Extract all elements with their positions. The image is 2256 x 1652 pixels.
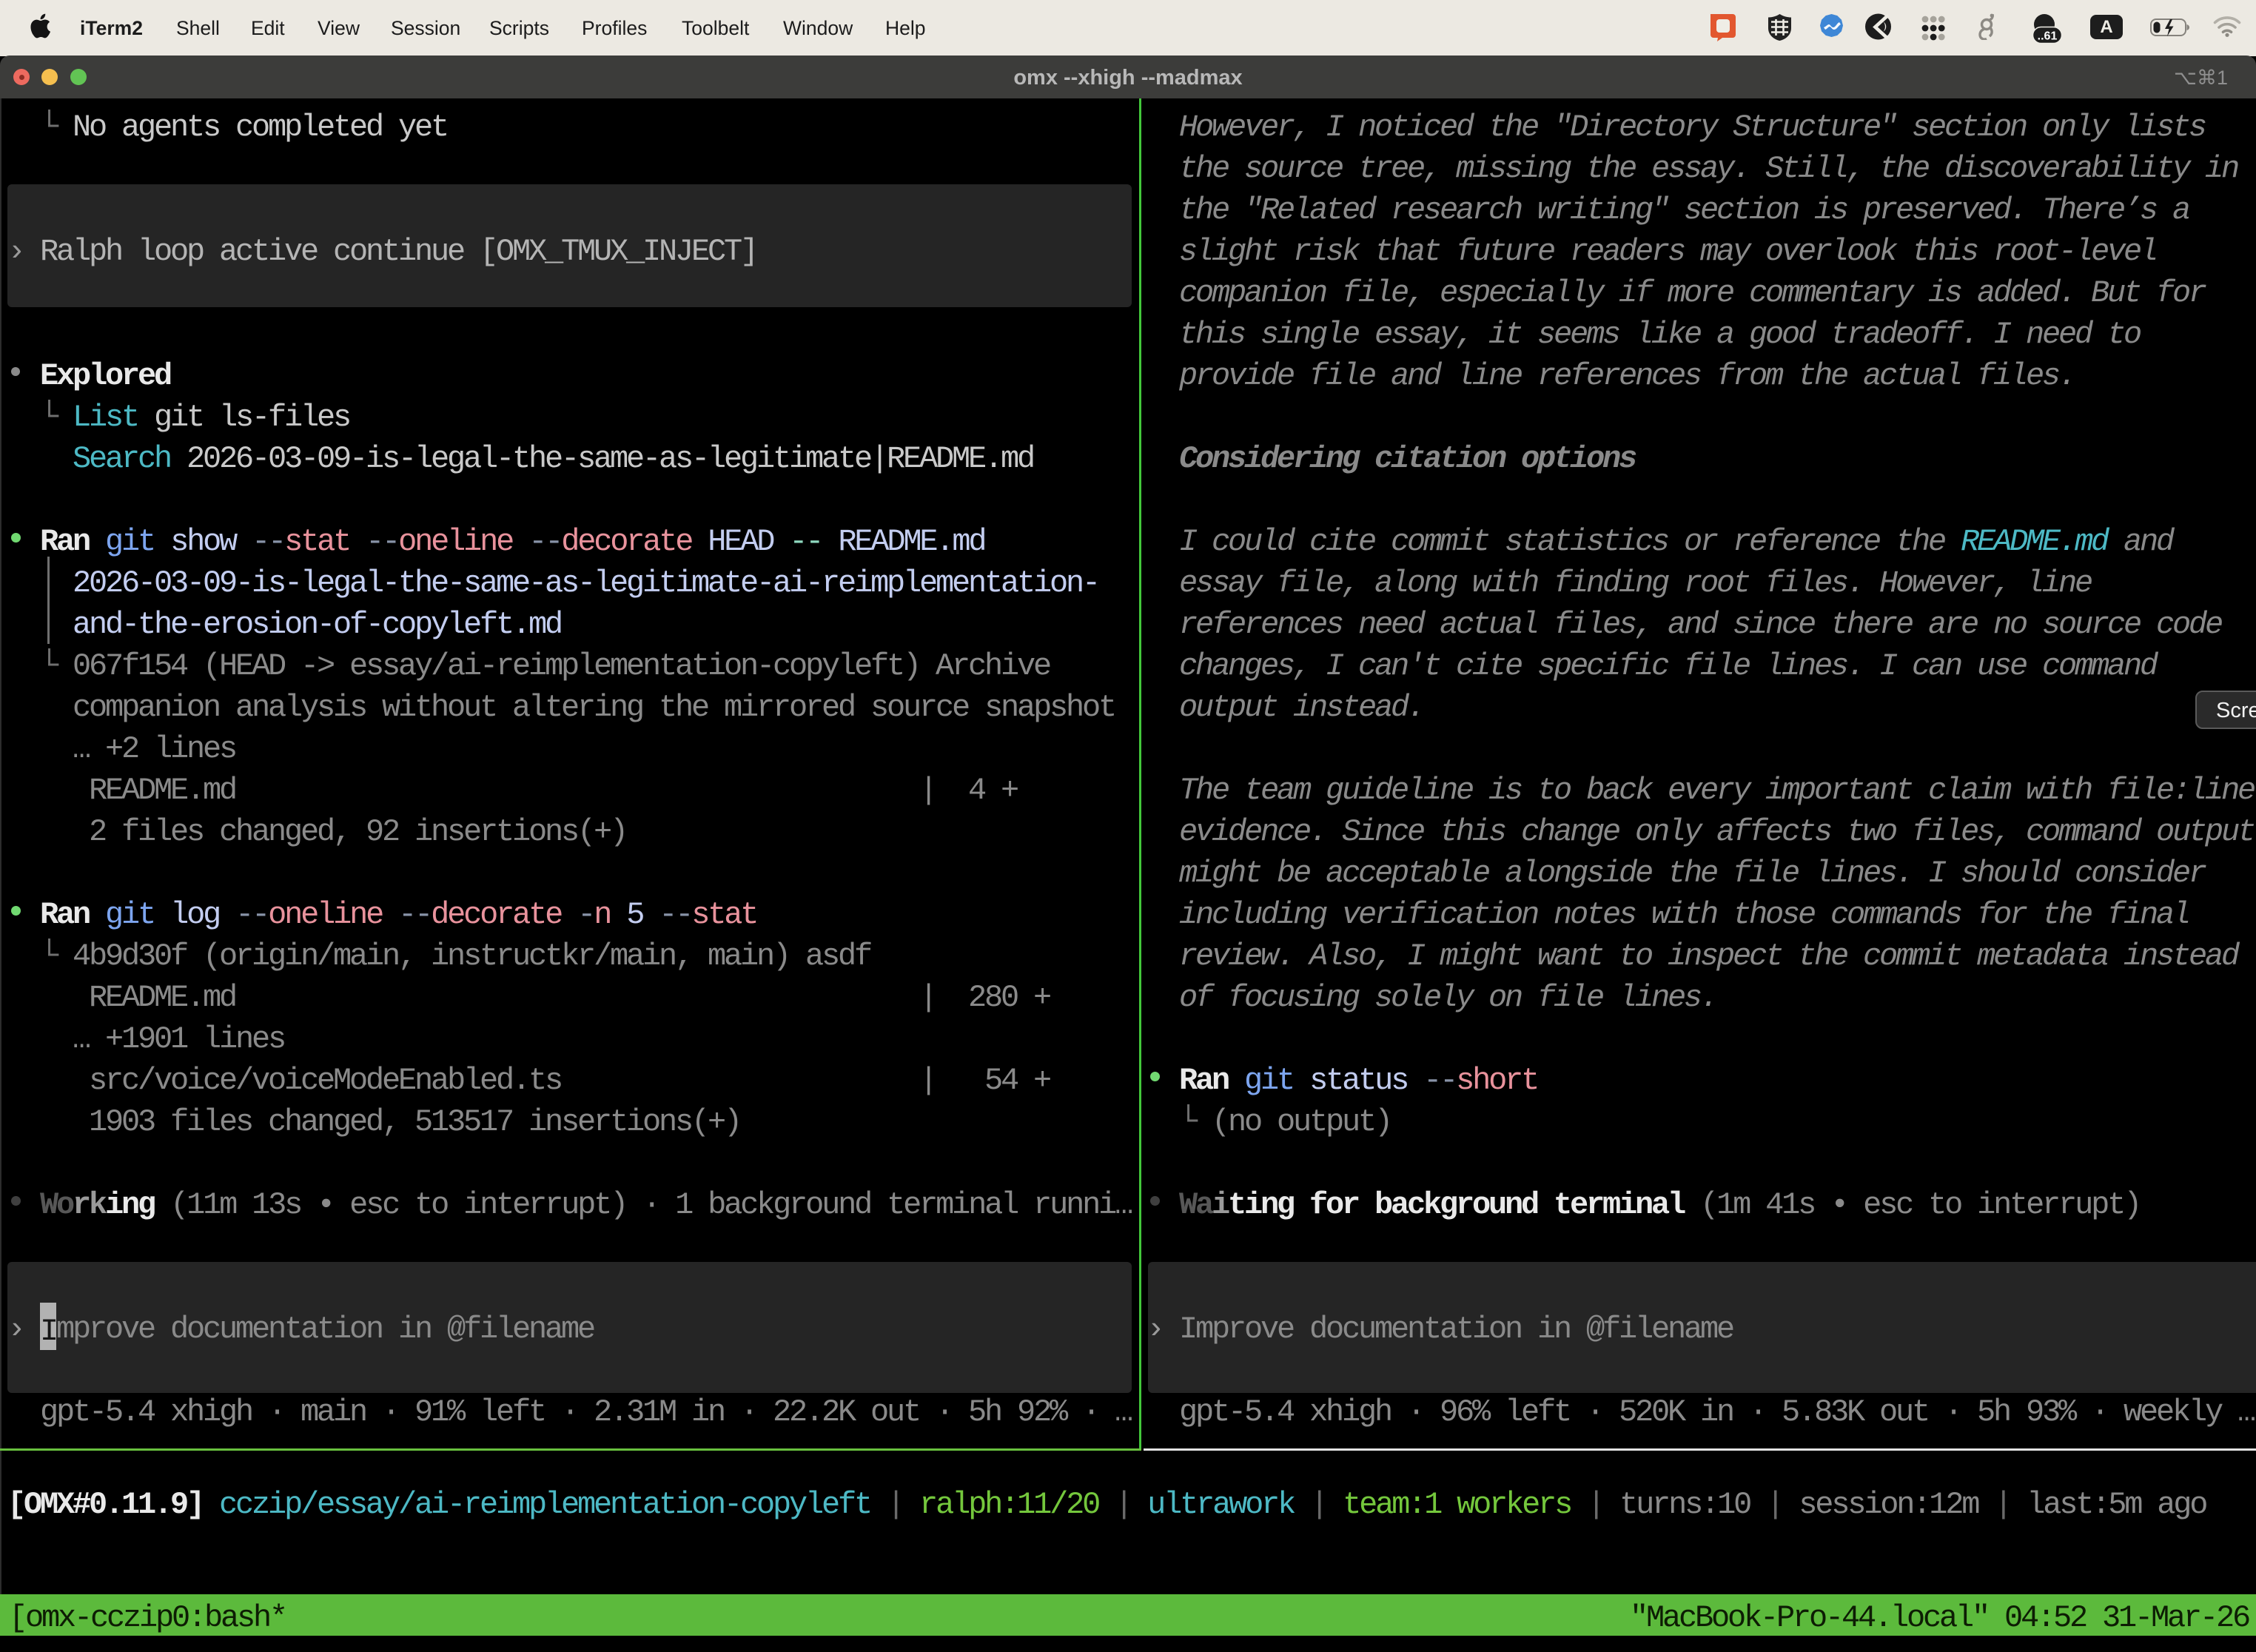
svg-text:..61: ..61 — [2038, 30, 2058, 43]
